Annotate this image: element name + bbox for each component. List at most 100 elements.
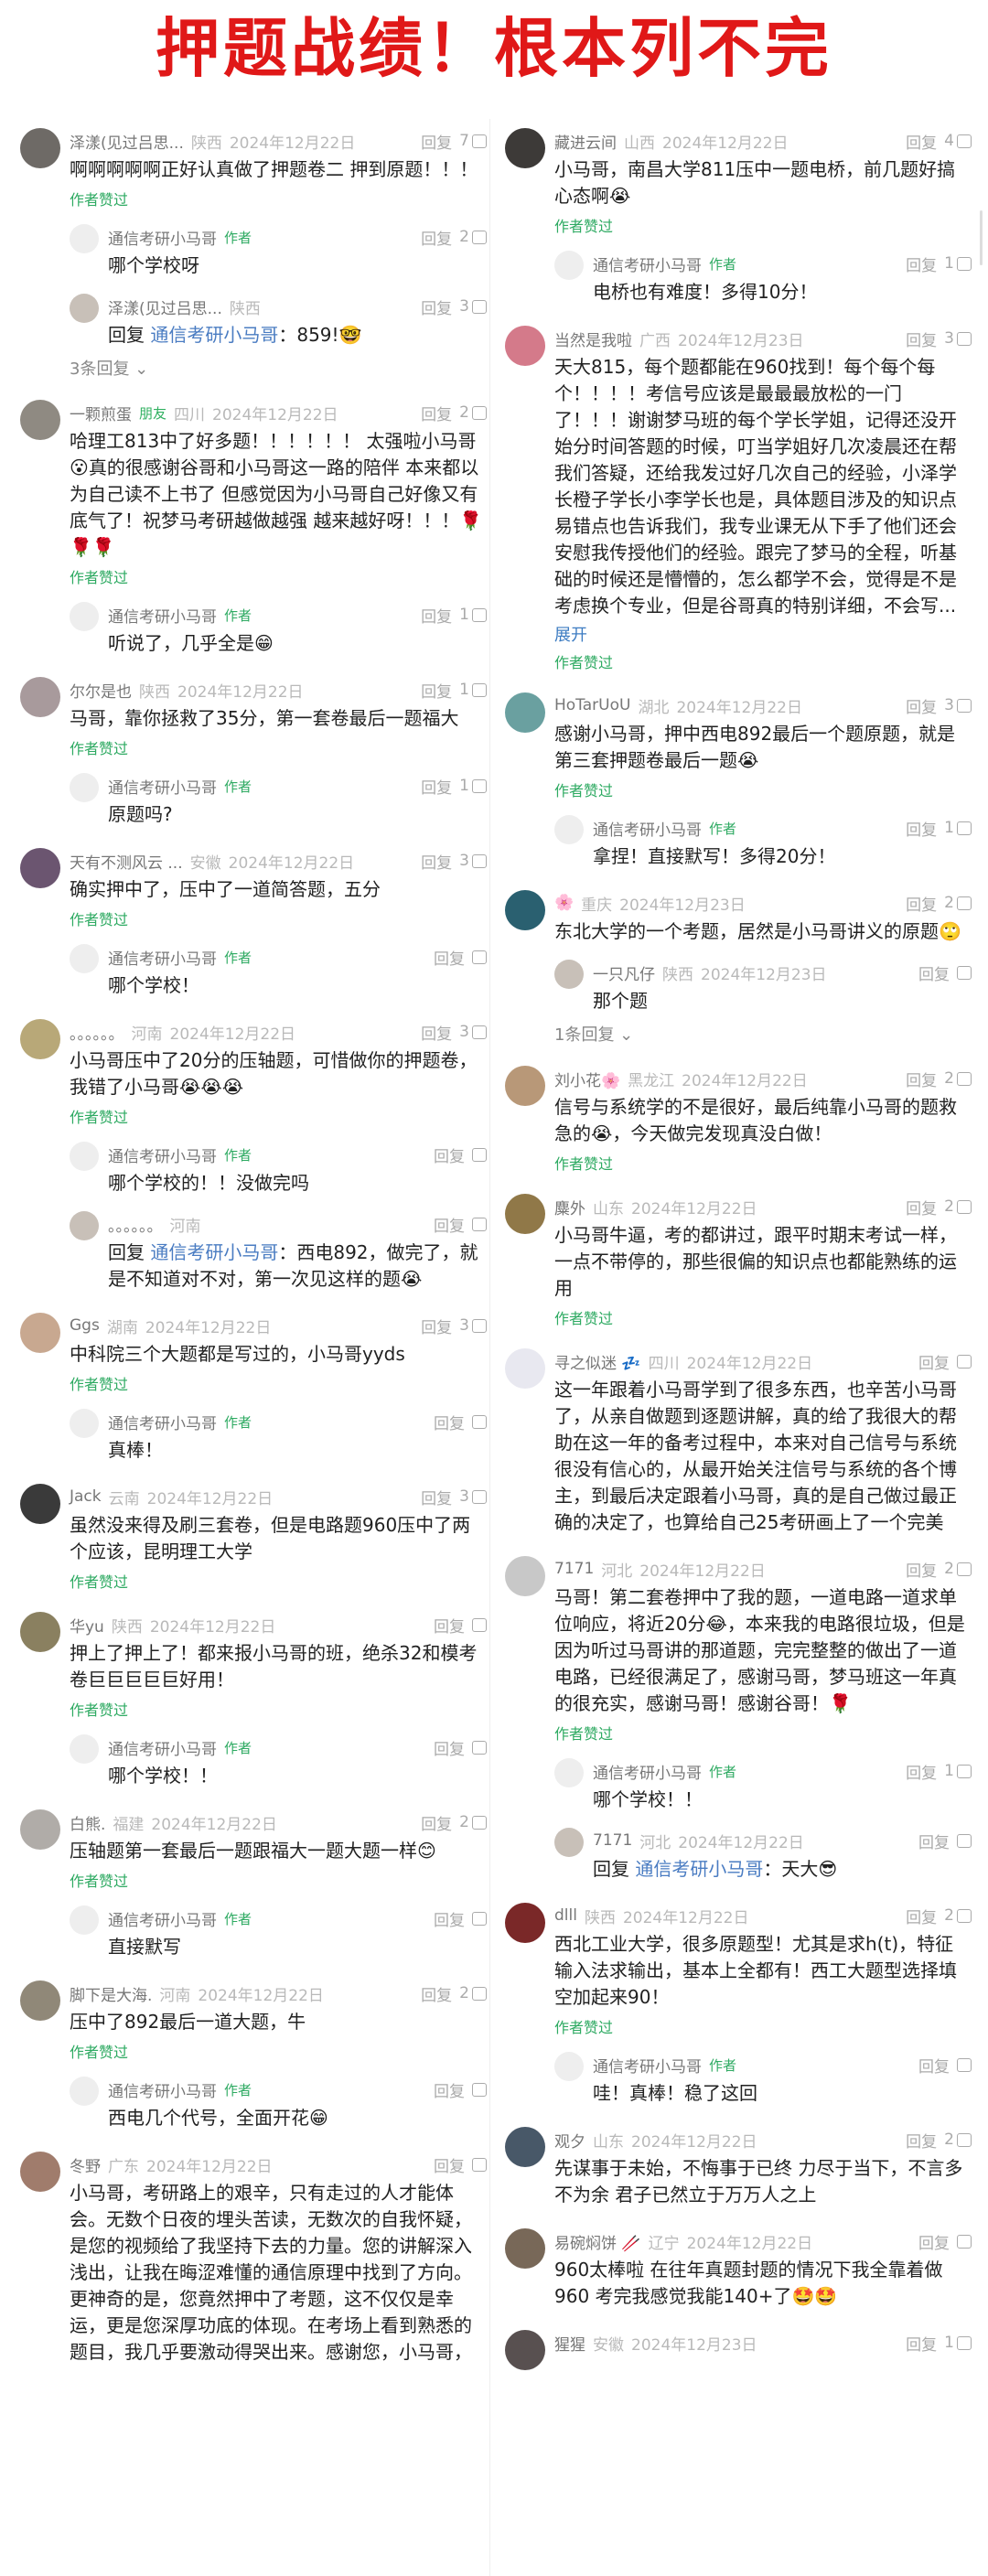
avatar[interactable] <box>20 1019 60 1059</box>
avatar[interactable] <box>70 1142 99 1171</box>
view-replies-link[interactable]: 1条回复 ⌄ <box>554 1022 972 1046</box>
like-button[interactable]: 3 <box>459 1487 487 1506</box>
reply-button[interactable]: 回复 <box>421 1982 452 2005</box>
reply-button[interactable]: 回复 <box>421 775 452 798</box>
like-button[interactable]: 2 <box>944 894 972 912</box>
username[interactable]: Ggs <box>70 1316 100 1335</box>
username[interactable]: 华yu <box>70 1614 104 1637</box>
reply-button[interactable]: 回复 <box>906 327 937 350</box>
reply-button[interactable]: 回复 <box>906 2129 937 2152</box>
reply-button[interactable]: 回复 <box>906 1905 937 1927</box>
avatar[interactable] <box>554 2052 584 2081</box>
reply-button[interactable]: 回复 <box>434 946 465 969</box>
like-button[interactable]: 2 <box>944 2131 972 2149</box>
like-button[interactable]: 3 <box>459 297 487 316</box>
username[interactable]: 寻之似迷 💤 <box>554 1350 641 1373</box>
like-button[interactable]: 3 <box>459 852 487 870</box>
username[interactable]: 。。。。。。 <box>108 1213 163 1236</box>
avatar[interactable] <box>20 1980 60 2021</box>
avatar[interactable] <box>20 1809 60 1850</box>
username[interactable]: 通信考研小马哥 <box>108 1907 217 1930</box>
like-button[interactable]: 2 <box>459 1984 487 2002</box>
avatar[interactable] <box>70 1734 99 1764</box>
like-button[interactable]: 4 <box>944 132 972 150</box>
username[interactable]: Jack <box>70 1487 102 1506</box>
mention[interactable]: 通信考研小马哥 <box>635 1858 763 1880</box>
username[interactable]: 白熊. <box>70 1811 105 1834</box>
avatar[interactable] <box>70 1905 99 1935</box>
like-button[interactable] <box>472 1217 487 1231</box>
avatar[interactable] <box>70 602 99 631</box>
username[interactable]: 当然是我啦 <box>554 327 632 350</box>
like-button[interactable] <box>472 2157 487 2172</box>
avatar[interactable] <box>20 1313 60 1353</box>
reply-button[interactable]: 回复 <box>434 1907 465 1930</box>
avatar[interactable] <box>20 400 60 440</box>
username[interactable]: 易碗焖饼 🥢 <box>554 2230 641 2253</box>
reply-button[interactable]: 回复 <box>918 961 950 984</box>
like-button[interactable]: 1 <box>944 1762 972 1780</box>
reply-button[interactable]: 回复 <box>906 130 937 153</box>
username[interactable]: 泽漾(见过吕思... <box>70 130 184 153</box>
avatar[interactable] <box>70 2077 99 2106</box>
reply-button[interactable]: 回复 <box>421 850 452 873</box>
avatar[interactable] <box>505 1556 545 1596</box>
username[interactable]: 通信考研小马哥 <box>108 1411 217 1433</box>
like-button[interactable] <box>472 1147 487 1162</box>
reply-button[interactable]: 回复 <box>434 1213 465 1236</box>
avatar[interactable] <box>70 224 99 253</box>
like-button[interactable] <box>472 2082 487 2097</box>
username[interactable]: 脚下是大海. <box>70 1982 152 2005</box>
username[interactable]: HoTarUoU <box>554 696 630 714</box>
username[interactable]: 通信考研小马哥 <box>593 252 702 275</box>
like-button[interactable] <box>957 2057 972 2072</box>
username[interactable]: 通信考研小马哥 <box>108 775 217 798</box>
avatar[interactable] <box>505 128 545 168</box>
like-button[interactable]: 2 <box>944 1560 972 1578</box>
mention[interactable]: 通信考研小马哥 <box>150 1241 278 1263</box>
avatar[interactable] <box>554 251 584 280</box>
avatar[interactable] <box>505 890 545 930</box>
reply-button[interactable]: 回复 <box>434 1411 465 1433</box>
like-button[interactable] <box>957 965 972 980</box>
mention[interactable]: 通信考研小马哥 <box>150 324 278 346</box>
reply-button[interactable]: 回复 <box>421 226 452 249</box>
like-button[interactable]: 3 <box>459 1023 487 1041</box>
avatar[interactable] <box>505 1348 545 1389</box>
username[interactable]: 7171 <box>593 1831 632 1850</box>
reply-button[interactable]: 回复 <box>906 694 937 717</box>
reply-button[interactable]: 回复 <box>906 817 937 840</box>
username[interactable]: 冬野 <box>70 2153 101 2176</box>
avatar[interactable] <box>20 848 60 888</box>
like-button[interactable]: 1 <box>459 777 487 795</box>
reply-button[interactable]: 回复 <box>434 2153 465 2176</box>
username[interactable]: 尔尔是也 <box>70 679 132 702</box>
like-button[interactable]: 2 <box>459 1813 487 1831</box>
username[interactable]: 。。。。。。 <box>70 1021 124 1044</box>
like-button[interactable] <box>957 2234 972 2249</box>
reply-button[interactable]: 回复 <box>421 130 452 153</box>
username[interactable]: 通信考研小马哥 <box>108 1736 217 1759</box>
username[interactable]: 刘小花🌸 <box>554 1068 620 1090</box>
like-button[interactable]: 7 <box>459 132 487 150</box>
username[interactable]: dlll <box>554 1906 577 1925</box>
username[interactable]: 一只凡仔 <box>593 961 655 984</box>
reply-button[interactable]: 回复 <box>918 1830 950 1852</box>
avatar[interactable] <box>70 773 99 802</box>
like-button[interactable]: 1 <box>944 254 972 273</box>
reply-button[interactable]: 回复 <box>906 1068 937 1090</box>
username[interactable]: 通信考研小马哥 <box>593 2054 702 2077</box>
username[interactable]: 观夕 <box>554 2129 585 2152</box>
like-button[interactable]: 2 <box>459 228 487 246</box>
reply-button[interactable]: 回复 <box>906 1558 937 1581</box>
like-button[interactable]: 3 <box>944 329 972 348</box>
avatar[interactable] <box>505 2330 545 2370</box>
reply-button[interactable]: 回复 <box>421 295 452 318</box>
avatar[interactable] <box>554 1828 584 1857</box>
like-button[interactable] <box>472 950 487 964</box>
username[interactable]: 藏进云间 <box>554 130 617 153</box>
like-button[interactable] <box>472 1911 487 1926</box>
like-button[interactable]: 1 <box>944 819 972 837</box>
avatar[interactable] <box>20 677 60 717</box>
like-button[interactable]: 1 <box>944 2334 972 2352</box>
